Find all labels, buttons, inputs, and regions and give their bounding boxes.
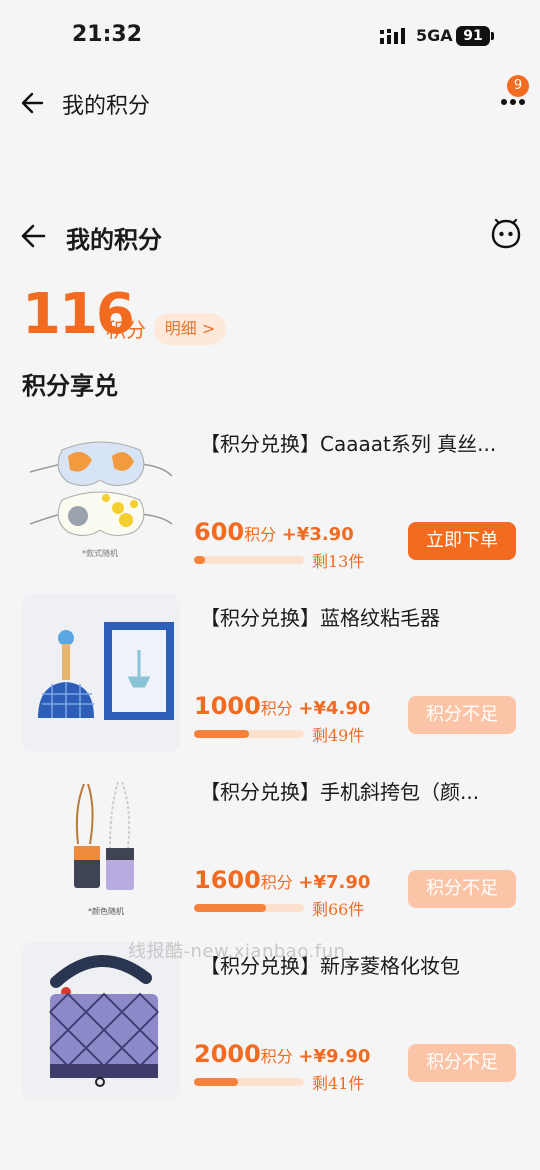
top-nav-bar: 我的积分 (0, 72, 540, 134)
progress-fill (194, 1078, 238, 1086)
product-image-lint-roller (22, 594, 180, 752)
progress-fill (194, 904, 266, 912)
item-name: 【积分兑换】蓝格纹粘毛器 (200, 606, 440, 630)
item-plus: + (298, 872, 314, 893)
watermark: 线报酷-new.xianbao.fun (128, 941, 346, 962)
back-arrow-icon[interactable] (20, 90, 46, 116)
item-name: 【积分兑换】Caaaat系列 真丝... (200, 432, 497, 456)
product-image-phone-bag: *颜色随机 (22, 768, 180, 926)
product-image-eye-mask: *款式随机 (22, 420, 180, 578)
product-image-makeup-bag (22, 942, 180, 1100)
more-icon[interactable] (500, 98, 526, 106)
page-title: 我的积分 (66, 226, 162, 254)
list-item[interactable]: 【积分兑换】蓝格纹粘毛器 1000积分 +¥4.90 剩49件 积分不足 (0, 594, 540, 754)
item-points-unit: 积分 (260, 1047, 293, 1066)
item-price: 1000积分 +¥4.90 (194, 692, 370, 720)
thumb-caption: *款式随机 (82, 549, 118, 558)
item-name: 【积分兑换】手机斜挎包（颜... (200, 780, 480, 804)
item-plus: + (281, 524, 297, 545)
stock-progress-bar (194, 556, 304, 564)
back-arrow-icon[interactable] (20, 222, 48, 250)
points-detail-button[interactable]: 明细 > (154, 313, 226, 345)
item-points: 1000 (194, 692, 261, 720)
list-item[interactable]: 【积分兑换】新序菱格化妆包 2000积分 +¥9.90 剩41件 积分不足 (0, 942, 540, 1102)
makeup-bag-illustration (49, 954, 159, 1087)
stock-progress-bar (194, 730, 304, 738)
progress-fill (194, 730, 249, 738)
signal-icon (380, 28, 405, 44)
service-face-icon[interactable] (490, 218, 522, 250)
item-price: 1600积分 +¥7.90 (194, 866, 370, 894)
nav-title: 我的积分 (62, 94, 151, 119)
item-points-unit: 积分 (260, 699, 293, 718)
item-plus: + (298, 1046, 314, 1067)
insufficient-points-button[interactable]: 积分不足 (408, 696, 516, 734)
item-cash: ¥9.90 (313, 1046, 371, 1067)
list-item[interactable]: *款式随机 【积分兑换】Caaaat系列 真丝... 600积分 +¥3.90 … (0, 420, 540, 580)
item-cash: ¥4.90 (313, 698, 371, 719)
points-unit: 积分 (106, 318, 146, 342)
phone-bag-illustration (74, 781, 134, 890)
lint-roller-illustration (38, 622, 174, 720)
item-cash: ¥3.90 (296, 524, 354, 545)
order-now-button[interactable]: 立即下单 (408, 522, 516, 560)
item-price: 2000积分 +¥9.90 (194, 1040, 370, 1068)
section-title: 积分享兑 (22, 372, 118, 400)
item-points: 1600 (194, 866, 261, 894)
status-time: 21:32 (72, 22, 143, 47)
item-points-unit: 积分 (260, 873, 293, 892)
status-bar: 21:32 5GA 91 (0, 0, 540, 72)
item-stock: 剩13件 (312, 552, 365, 571)
list-item[interactable]: *颜色随机 【积分兑换】手机斜挎包（颜... 1600积分 +¥7.90 剩66… (0, 768, 540, 928)
battery-icon: 91 (456, 26, 490, 46)
item-price: 600积分 +¥3.90 (194, 518, 354, 546)
item-plus: + (298, 698, 314, 719)
item-points: 600 (194, 518, 245, 546)
network-type: 5GA (416, 26, 453, 45)
progress-fill (194, 556, 205, 564)
item-points: 2000 (194, 1040, 261, 1068)
item-cash: ¥7.90 (313, 872, 371, 893)
battery-tip (491, 32, 494, 40)
stock-progress-bar (194, 1078, 304, 1086)
item-stock: 剩41件 (312, 1074, 365, 1093)
insufficient-points-button[interactable]: 积分不足 (408, 1044, 516, 1082)
item-stock: 剩66件 (312, 900, 365, 919)
page-header: 我的积分 (0, 210, 540, 264)
notification-badge: 9 (507, 75, 529, 97)
item-points-unit: 积分 (244, 525, 277, 544)
insufficient-points-button[interactable]: 积分不足 (408, 870, 516, 908)
stock-progress-bar (194, 904, 304, 912)
thumb-caption: *颜色随机 (88, 907, 124, 916)
item-stock: 剩49件 (312, 726, 365, 745)
